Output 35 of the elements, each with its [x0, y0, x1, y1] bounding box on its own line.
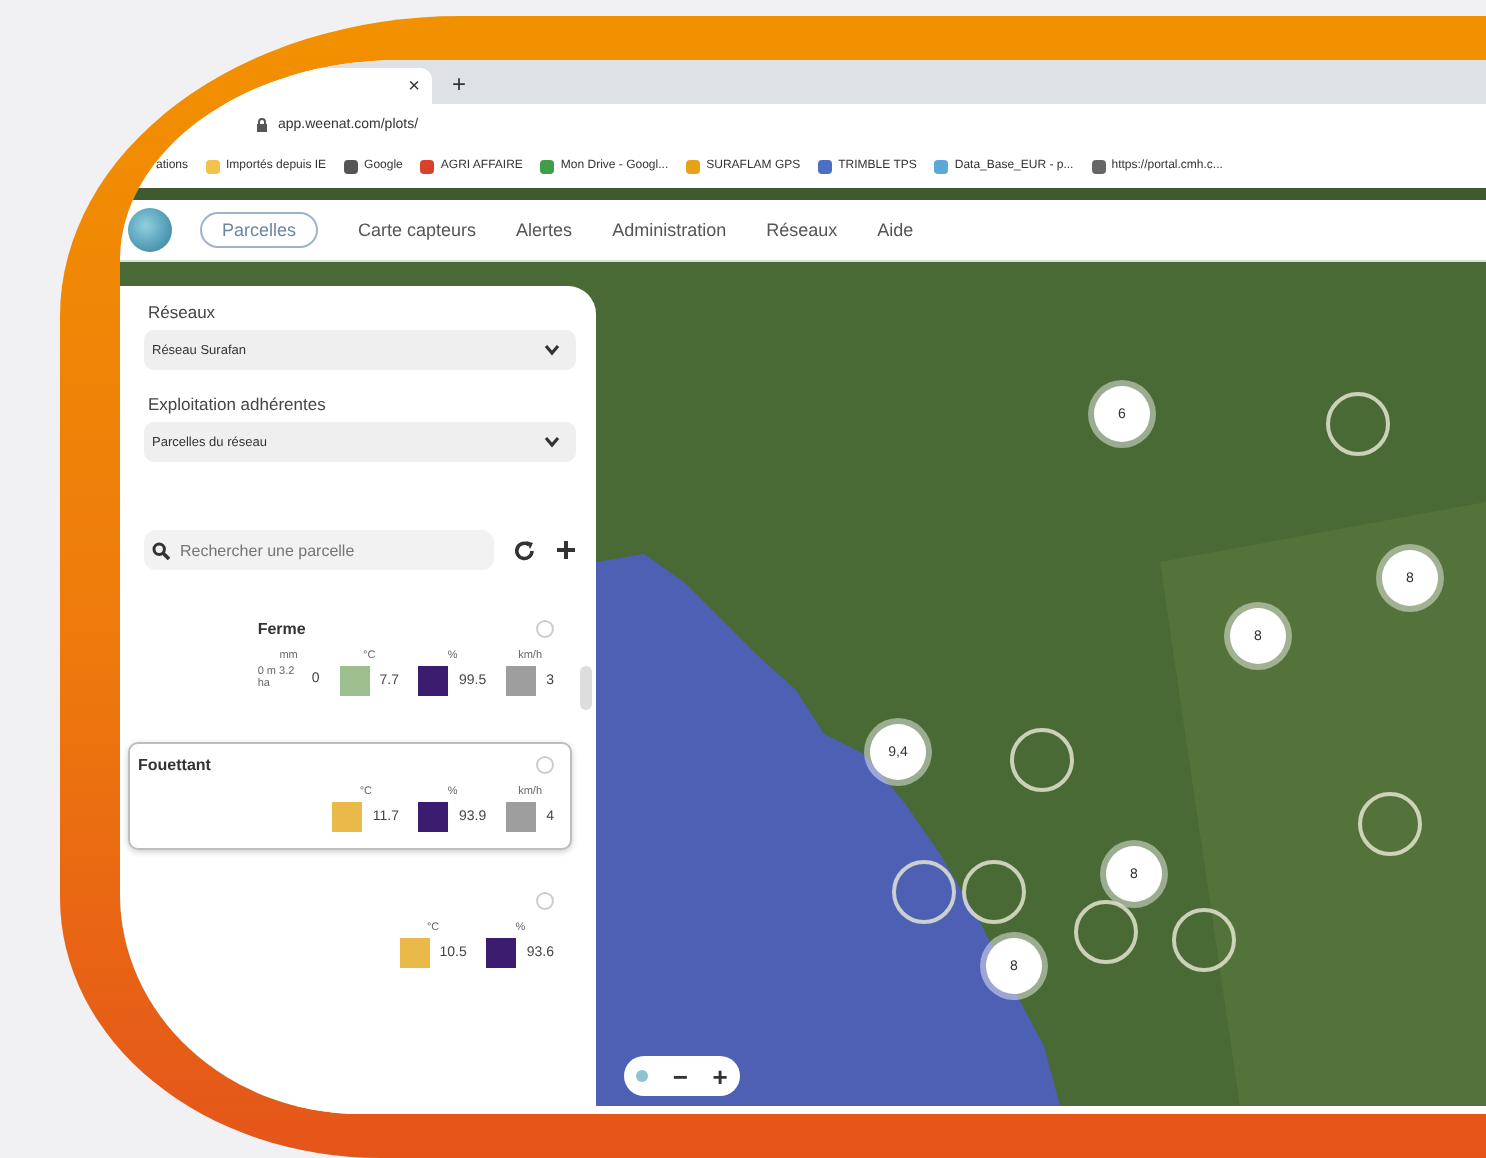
zoom-in-button[interactable]: + [712, 1063, 728, 1089]
plot-name: Ferme [257, 620, 306, 638]
nav-tab[interactable]: Carte capteurs [358, 220, 477, 240]
lock-icon [256, 117, 268, 131]
nav-tab[interactable]: Alertes [516, 220, 573, 240]
field-label: Réseaux [148, 302, 218, 322]
nav-tab[interactable]: Administration [612, 220, 727, 240]
chevron-down-icon [544, 436, 560, 448]
field-label: Exploitation adhérentes [148, 394, 328, 414]
zoom-out-button[interactable]: − [672, 1063, 688, 1089]
chevron-down-icon [544, 344, 560, 356]
ring-marker[interactable] [892, 860, 956, 924]
close-tab-button[interactable]: × [408, 75, 420, 97]
plus-icon[interactable] [556, 540, 576, 560]
nav-tab[interactable]: Parcelles [200, 212, 319, 248]
nav-tab[interactable]: Réseaux [766, 220, 838, 240]
search-input[interactable]: Rechercher une parcelle [180, 541, 460, 559]
ring-marker[interactable] [1326, 392, 1390, 456]
logo-icon[interactable] [128, 208, 172, 252]
location-dot-icon[interactable] [636, 1070, 649, 1082]
plot-name: Fouettant [138, 756, 211, 774]
status-dot-icon [536, 892, 554, 910]
status-dot-icon [536, 756, 554, 774]
ring-marker[interactable] [1010, 728, 1074, 792]
status-dot-icon [536, 620, 554, 638]
nav-tab[interactable]: Aide [877, 220, 914, 240]
ring-marker[interactable] [962, 860, 1026, 924]
ring-marker[interactable] [1172, 908, 1236, 972]
ring-marker[interactable] [1074, 900, 1138, 964]
ring-marker[interactable] [1358, 792, 1422, 856]
refresh-icon[interactable] [514, 539, 536, 561]
search-icon [152, 541, 170, 559]
new-tab-button[interactable]: + [452, 70, 467, 98]
search-field[interactable]: Rechercher une parcelle [144, 530, 494, 570]
scrollbar-thumb[interactable] [580, 666, 592, 710]
